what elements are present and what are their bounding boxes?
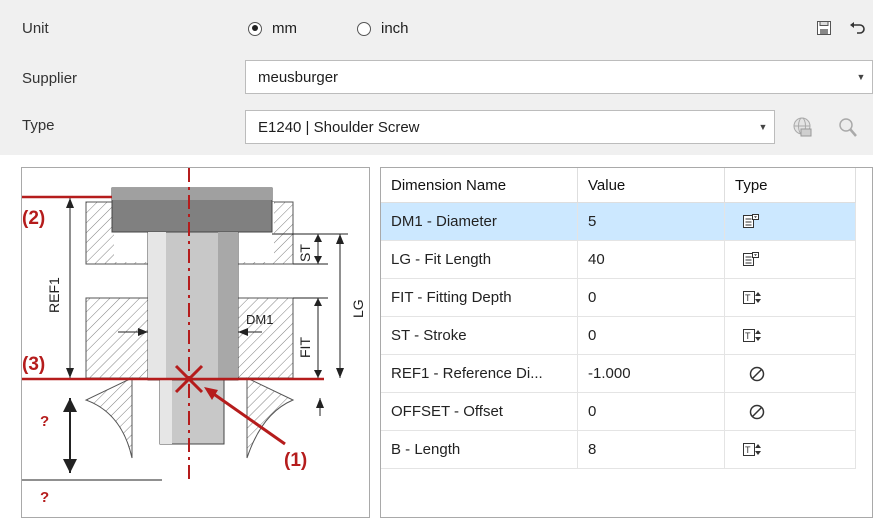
dimension-name-cell: ST - Stroke (381, 316, 578, 355)
fit-dim-label: FIT (297, 337, 313, 358)
chevron-down-icon[interactable]: ▼ (752, 111, 774, 143)
magnifier-icon[interactable] (836, 116, 858, 138)
unknown-dim-label-2: ? (40, 489, 49, 506)
column-header-name[interactable]: Dimension Name (381, 168, 578, 203)
list-icon[interactable] (735, 252, 855, 267)
unit-mm-label: mm (272, 20, 297, 37)
table-header-row: Dimension Name Value Type (381, 168, 856, 203)
list-icon[interactable] (735, 214, 855, 229)
table-row[interactable]: OFFSET - Offset 0 (381, 392, 856, 431)
dimension-type-cell: T (724, 316, 856, 355)
dimension-name-cell: FIT - Fitting Depth (381, 278, 578, 317)
dimension-type-cell (724, 202, 856, 241)
spin-icon[interactable]: T (735, 291, 855, 304)
table-row[interactable]: ST - Stroke 0 T (381, 316, 856, 355)
none-icon[interactable] (735, 366, 855, 382)
dimension-value-cell[interactable]: 0 (577, 316, 725, 355)
svg-text:T: T (745, 293, 751, 303)
svg-text:T: T (745, 445, 751, 455)
dimension-name-cell: DM1 - Diameter (381, 202, 578, 241)
dimension-value-cell[interactable]: -1.000 (577, 354, 725, 393)
dimension-name-cell: B - Length (381, 430, 578, 469)
globe-icon[interactable] (792, 116, 814, 138)
dimension-type-cell: T (724, 278, 856, 317)
dimensions-table: Dimension Name Value Type DM1 - Diameter… (381, 168, 856, 469)
chevron-down-icon[interactable]: ▼ (850, 61, 872, 93)
supplier-label: Supplier (22, 70, 78, 87)
spin-icon[interactable]: T (735, 443, 855, 456)
dimension-value-cell[interactable]: 5 (577, 202, 725, 241)
callout-2-label: (2) (22, 208, 45, 229)
dm1-dim-label: DM1 (246, 312, 273, 327)
unit-mm-radio[interactable]: mm (248, 20, 297, 37)
svg-text:T: T (745, 331, 751, 341)
undo-icon[interactable] (848, 19, 866, 37)
radio-unchecked-icon (357, 21, 371, 36)
dimensions-table-panel: Dimension Name Value Type DM1 - Diameter… (380, 167, 873, 518)
dimension-type-cell (724, 392, 856, 431)
unit-inch-label: inch (381, 20, 409, 37)
type-label: Type (22, 117, 55, 134)
table-row[interactable]: LG - Fit Length 40 (381, 240, 856, 279)
unknown-dim-label-1: ? (40, 413, 49, 430)
callout-3-label: (3) (22, 354, 45, 375)
dimension-value-cell[interactable]: 40 (577, 240, 725, 279)
type-select[interactable]: E1240 | Shoulder Screw ▼ (245, 110, 775, 144)
supplier-select[interactable]: meusburger ▼ (245, 60, 873, 94)
table-row[interactable]: DM1 - Diameter 5 (381, 202, 856, 241)
ref1-dim-label: REF1 (46, 277, 62, 313)
dimension-type-cell: T (724, 430, 856, 469)
unit-label: Unit (22, 20, 49, 37)
shoulder-screw-drawing: (2) (3) (1) REF1 ST LG FIT DM1 ? ? (22, 168, 366, 506)
dimension-name-cell: LG - Fit Length (381, 240, 578, 279)
table-row[interactable]: B - Length 8 T (381, 430, 856, 469)
table-row[interactable]: REF1 - Reference Di... -1.000 (381, 354, 856, 393)
unit-inch-radio[interactable]: inch (357, 20, 409, 37)
supplier-value: meusburger (258, 68, 339, 86)
st-dim-label: ST (297, 244, 313, 262)
dimension-name-cell: REF1 - Reference Di... (381, 354, 578, 393)
lg-dim-label: LG (350, 299, 366, 318)
spin-icon[interactable]: T (735, 329, 855, 342)
dimension-value-cell[interactable]: 8 (577, 430, 725, 469)
column-header-value[interactable]: Value (577, 168, 725, 203)
table-row[interactable]: FIT - Fitting Depth 0 T (381, 278, 856, 317)
dimension-value-cell[interactable]: 0 (577, 392, 725, 431)
save-icon[interactable] (815, 19, 833, 37)
dimension-type-cell (724, 354, 856, 393)
settings-header: Unit mm inch Supplier meusburger ▼ Type … (0, 0, 873, 155)
dimension-value-cell[interactable]: 0 (577, 278, 725, 317)
dimension-name-cell: OFFSET - Offset (381, 392, 578, 431)
type-value: E1240 | Shoulder Screw (258, 118, 420, 136)
none-icon[interactable] (735, 404, 855, 420)
column-header-type[interactable]: Type (724, 168, 856, 203)
dimension-type-cell (724, 240, 856, 279)
drawing-panel: (2) (3) (1) REF1 ST LG FIT DM1 ? ? (21, 167, 370, 518)
radio-checked-icon (248, 21, 262, 36)
callout-1-label: (1) (284, 450, 307, 471)
